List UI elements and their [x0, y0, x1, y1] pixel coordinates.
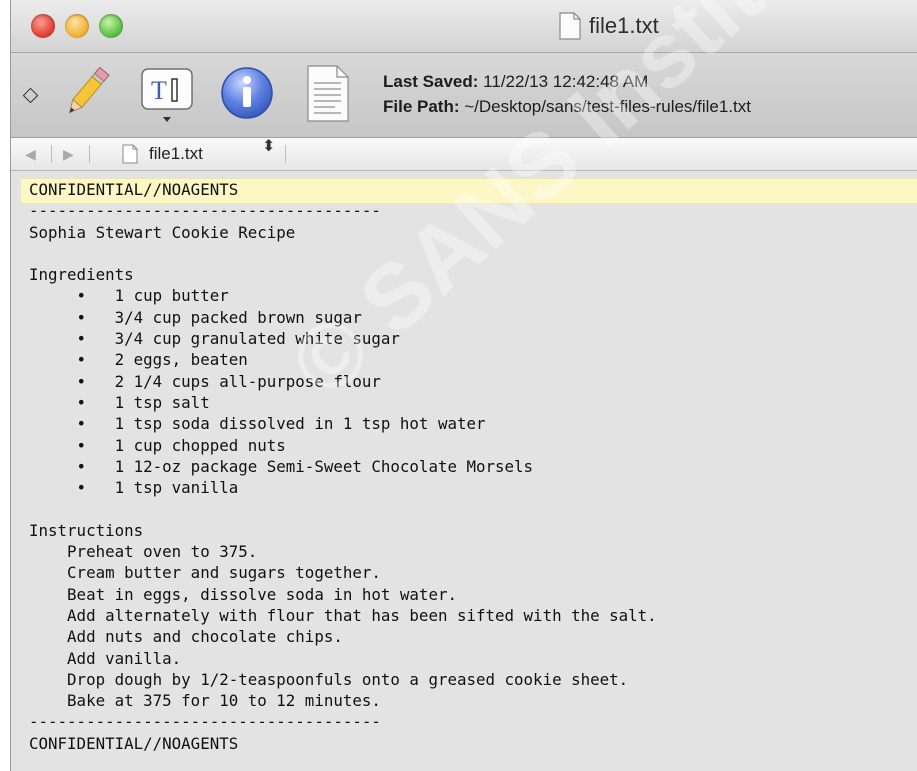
- minimize-window-button[interactable]: [65, 14, 89, 38]
- document-line: CONFIDENTIAL//NOAGENTS: [29, 733, 239, 753]
- svg-text:T: T: [151, 76, 167, 105]
- document-line: Preheat oven to 375.: [29, 542, 258, 562]
- document-line: • 1 tsp salt: [29, 392, 210, 412]
- document-line: Add nuts and chocolate chips.: [29, 627, 343, 647]
- window-title-group: file1.txt: [559, 11, 659, 41]
- document-line: Bake at 375 for 10 to 12 minutes.: [29, 691, 381, 711]
- file-path-row: File Path: ~/Desktop/sans/test-files-rul…: [383, 94, 751, 119]
- document-line: Beat in eggs, dissolve soda in hot water…: [29, 584, 457, 604]
- document-line: • 2 1/4 cups all-purpose flour: [29, 371, 381, 391]
- nav-divider: [285, 145, 286, 163]
- toolbar: T Last Saved: 11/22/13 12:42:48 AM File …: [11, 53, 917, 138]
- document-line: Ingredients: [29, 265, 134, 285]
- document-preview-icon[interactable]: [305, 63, 351, 125]
- document-line: • 1 tsp soda dissolved in 1 tsp hot wate…: [29, 414, 486, 434]
- document-line: Instructions: [29, 520, 144, 540]
- document-line: Sophia Stewart Cookie Recipe: [29, 222, 296, 242]
- pencil-icon[interactable]: [61, 63, 113, 121]
- document-line: • 3/4 cup packed brown sugar: [29, 307, 362, 327]
- navigation-bar: ◀ ▶ file1.txt ⬍: [11, 138, 917, 171]
- info-icon[interactable]: [219, 65, 275, 121]
- document-line: • 1 cup chopped nuts: [29, 435, 286, 455]
- nav-file-name[interactable]: file1.txt: [149, 144, 203, 164]
- close-window-button[interactable]: [31, 14, 55, 38]
- file-path-value: ~/Desktop/sans/test-files-rules/file1.tx…: [464, 97, 752, 116]
- text-editor-area[interactable]: CONFIDENTIAL//NOAGENTS ------------------…: [11, 171, 917, 771]
- document-text[interactable]: CONFIDENTIAL//NOAGENTS ------------------…: [29, 179, 657, 754]
- document-line: • 1 cup butter: [29, 286, 229, 306]
- document-line: Add alternately with flour that has been…: [29, 605, 657, 625]
- document-line: Cream butter and sugars together.: [29, 563, 381, 583]
- diamond-icon[interactable]: [22, 87, 39, 104]
- document-line: • 1 12-oz package Semi-Sweet Chocolate M…: [29, 456, 534, 476]
- document-line: • 3/4 cup granulated white sugar: [29, 329, 400, 349]
- zoom-window-button[interactable]: [99, 14, 123, 38]
- document-line: CONFIDENTIAL//NOAGENTS: [29, 180, 239, 199]
- document-line: Drop dough by 1/2-teaspoonfuls onto a gr…: [29, 669, 629, 689]
- text-format-icon[interactable]: T: [139, 63, 197, 125]
- nav-divider: [51, 145, 52, 163]
- title-bar: file1.txt: [11, 0, 917, 53]
- document-icon: [559, 12, 581, 40]
- window-title: file1.txt: [589, 13, 659, 38]
- nav-divider: [89, 145, 90, 163]
- last-saved-value: 11/22/13 12:42:48 AM: [483, 72, 649, 91]
- file-info: Last Saved: 11/22/13 12:42:48 AM File Pa…: [383, 69, 751, 119]
- file-path-label: File Path:: [383, 97, 460, 116]
- last-saved-label: Last Saved:: [383, 72, 479, 91]
- file-icon: [122, 144, 138, 164]
- document-line: -------------------------------------: [29, 201, 381, 221]
- updown-chevron-icon[interactable]: ⬍: [262, 139, 275, 155]
- document-line: • 2 eggs, beaten: [29, 350, 248, 370]
- document-line: • 1 tsp vanilla: [29, 478, 239, 498]
- document-line: Add vanilla.: [29, 648, 182, 668]
- last-saved-row: Last Saved: 11/22/13 12:42:48 AM: [383, 69, 751, 94]
- editor-window: file1.txt T Last Saved: 11/22/13 12:42:4…: [10, 0, 917, 771]
- back-arrow-icon[interactable]: ◀: [25, 146, 36, 163]
- forward-arrow-icon[interactable]: ▶: [63, 146, 74, 163]
- document-line: -------------------------------------: [29, 712, 381, 732]
